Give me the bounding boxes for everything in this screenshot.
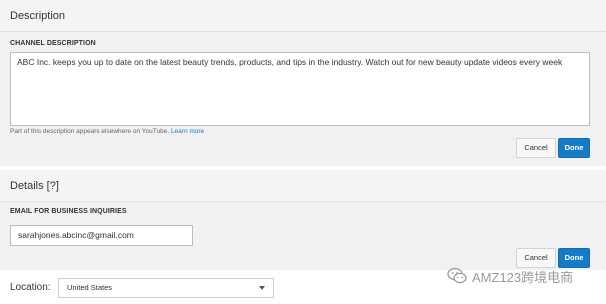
watermark: AMZ123跨境电商 (447, 264, 573, 288)
location-select[interactable]: United States (58, 278, 274, 298)
description-cancel-button[interactable]: Cancel (516, 138, 556, 158)
channel-description-textarea[interactable] (10, 52, 590, 126)
details-heading: Details [?] (0, 170, 606, 202)
description-note: Part of this description appears elsewhe… (10, 128, 204, 135)
location-label: Location: (10, 282, 51, 293)
description-panel: Description CHANNEL DESCRIPTION Part of … (0, 0, 606, 166)
description-done-button[interactable]: Done (558, 138, 590, 158)
description-heading: Description (0, 0, 606, 32)
location-selected-value: United States (67, 283, 113, 292)
business-email-label: EMAIL FOR BUSINESS INQUIRIES (10, 208, 127, 215)
description-note-text: Part of this description appears elsewhe… (10, 128, 170, 135)
channel-description-label: CHANNEL DESCRIPTION (10, 40, 96, 47)
learn-more-link[interactable]: Learn more (171, 128, 204, 135)
watermark-text: AMZ123跨境电商 (472, 269, 574, 285)
chevron-down-icon (259, 286, 265, 290)
wechat-icon (447, 267, 467, 284)
business-email-input[interactable]: sarahjones.abcinc@gmail.com (10, 225, 193, 246)
